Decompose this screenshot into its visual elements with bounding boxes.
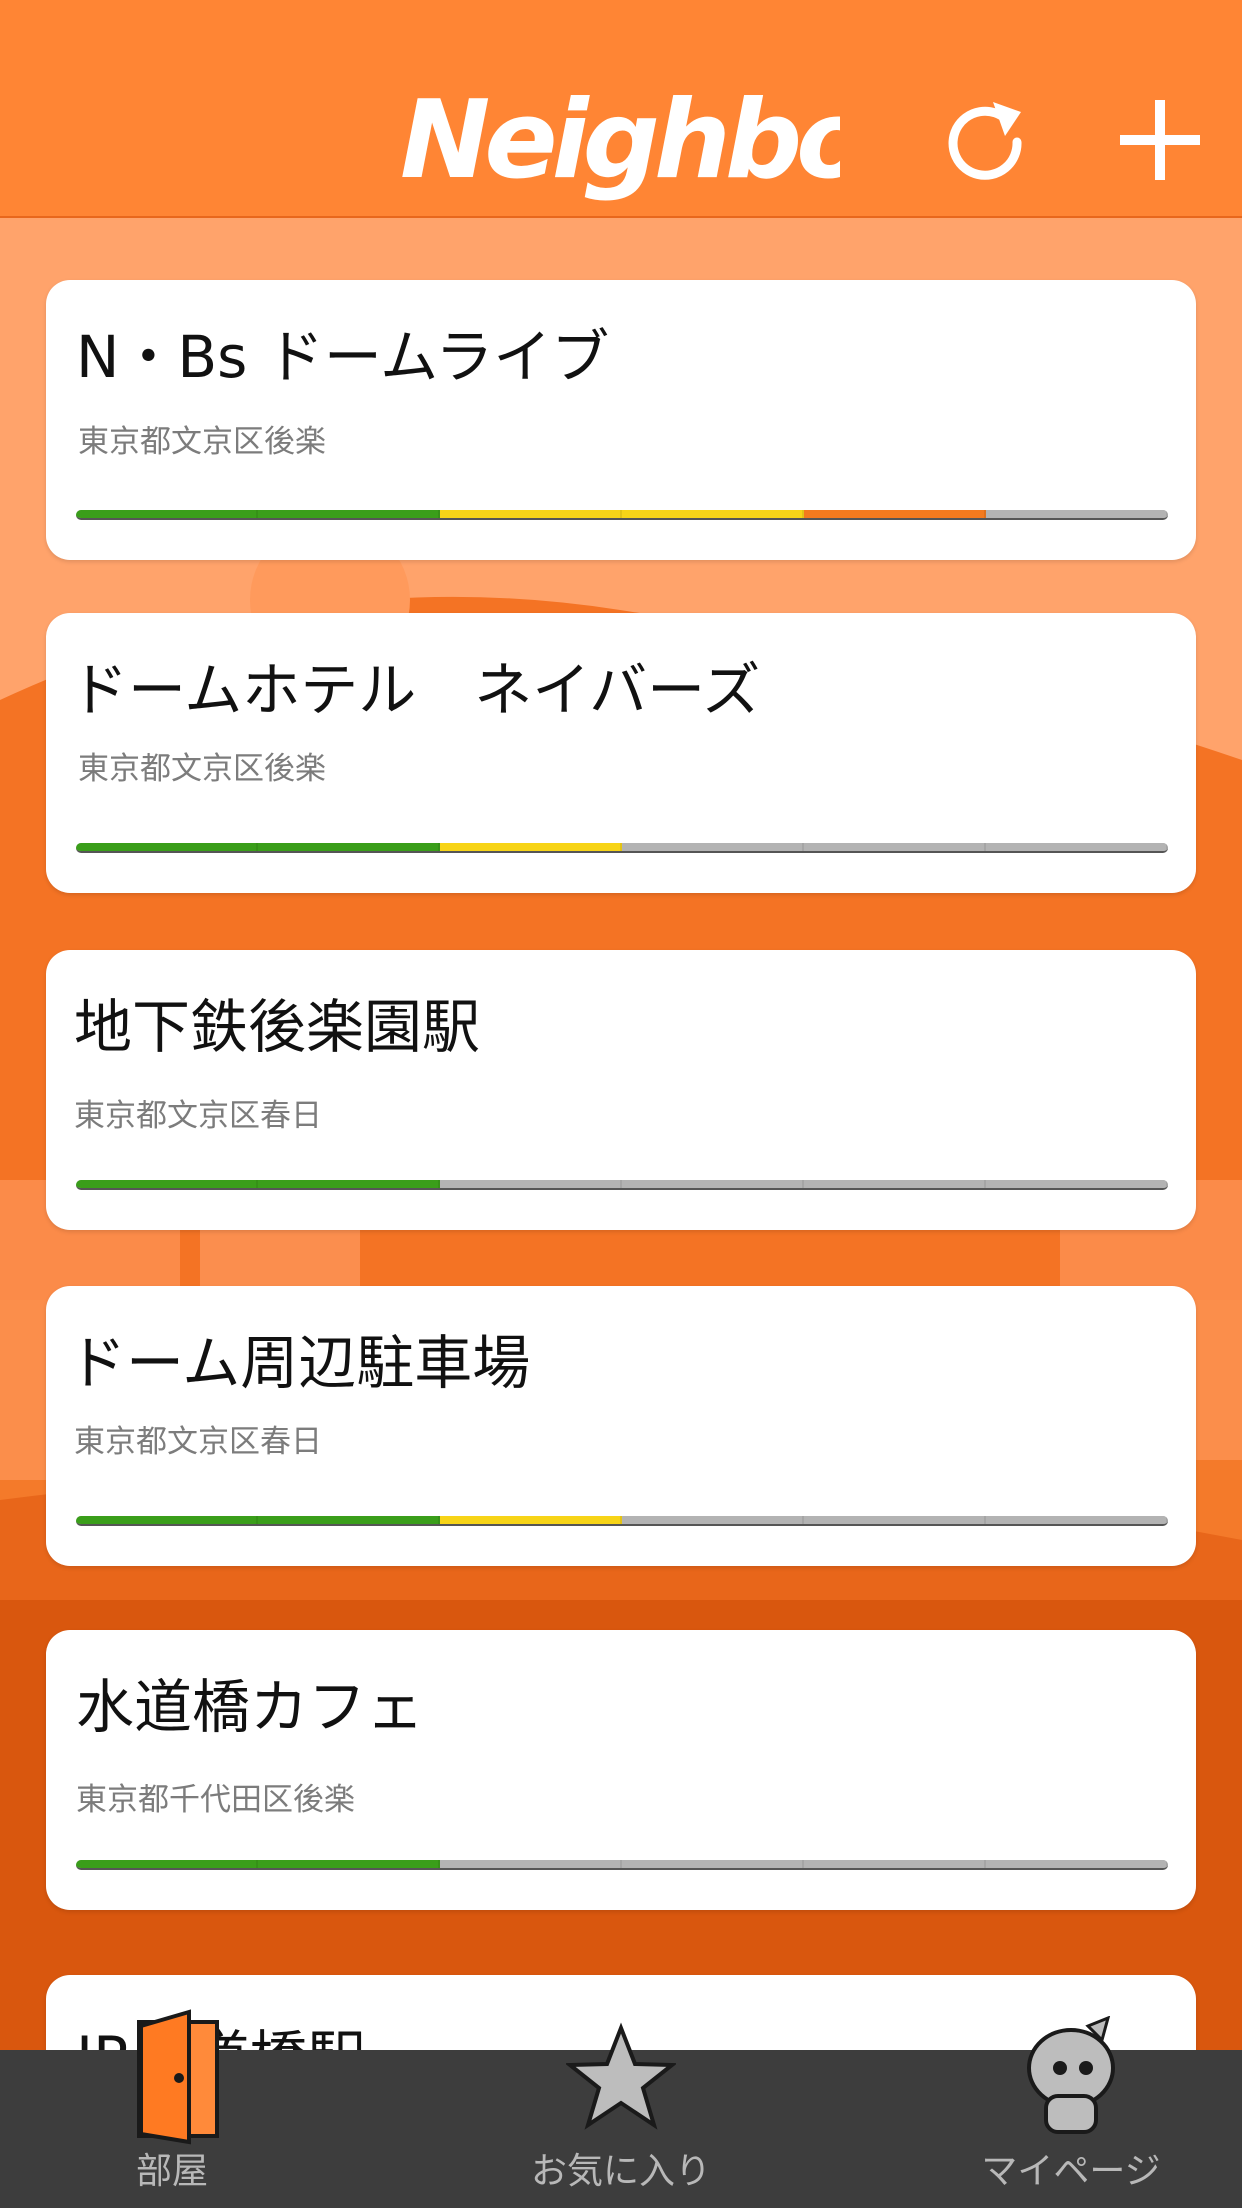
meter-segment-green bbox=[258, 1860, 440, 1868]
room-address: 東京都文京区春日 bbox=[74, 1424, 322, 1460]
meter-segment-gray bbox=[804, 1180, 986, 1188]
room-title: ドームホテル ネイバーズ bbox=[70, 656, 761, 724]
tab-label: お気に入り bbox=[530, 2151, 711, 2192]
room-address: 東京都文京区春日 bbox=[74, 1098, 322, 1134]
room-title: 水道橋カフェ bbox=[76, 1673, 425, 1741]
meter-segment-gray bbox=[440, 1860, 622, 1868]
tab-rooms[interactable]: 部屋 bbox=[22, 2009, 322, 2208]
tab-label: 部屋 bbox=[135, 2151, 208, 2192]
add-room-button[interactable] bbox=[1110, 90, 1210, 190]
meter-segment-yellow bbox=[622, 510, 804, 518]
meter-segment-gray bbox=[986, 1860, 1168, 1868]
tab-label: マイページ bbox=[981, 2151, 1161, 2192]
neighbors-logo: Neighbors bbox=[400, 78, 840, 203]
star-icon bbox=[566, 2022, 676, 2130]
app-header: Neighbors bbox=[0, 0, 1242, 218]
meter-segment-gray bbox=[622, 843, 804, 851]
meter-segment-gray bbox=[622, 1180, 804, 1188]
room-card[interactable]: N・Bs ドームライブ 東京都文京区後楽 bbox=[46, 280, 1196, 560]
meter-segment-green bbox=[76, 1516, 258, 1524]
mascot-icon bbox=[1027, 2016, 1115, 2134]
svg-text:Neighbors: Neighbors bbox=[400, 78, 840, 203]
bottom-tab-bar: 部屋 お気に入り マイページ bbox=[0, 2009, 1242, 2208]
room-list[interactable]: N・Bs ドームライブ 東京都文京区後楽 ドームホテル ネイバーズ 東京都文京区… bbox=[0, 218, 1242, 2050]
meter-segment-green bbox=[76, 1860, 258, 1868]
meter-segment-green bbox=[76, 1180, 258, 1188]
meter-segment-green bbox=[258, 510, 440, 518]
activity-meter bbox=[76, 510, 1168, 520]
door-icon bbox=[137, 2009, 219, 2145]
activity-meter bbox=[76, 1860, 1168, 1870]
room-card[interactable]: 地下鉄後楽園駅 東京都文京区春日 bbox=[46, 950, 1196, 1230]
meter-segment-green bbox=[258, 1180, 440, 1188]
room-card[interactable]: ドームホテル ネイバーズ 東京都文京区後楽 bbox=[46, 613, 1196, 893]
meter-segment-gray bbox=[622, 1860, 804, 1868]
meter-segment-green bbox=[258, 1516, 440, 1524]
meter-segment-green bbox=[76, 843, 258, 851]
room-address: 東京都文京区後楽 bbox=[78, 751, 326, 787]
room-address: 東京都千代田区後楽 bbox=[76, 1782, 355, 1818]
meter-segment-gray bbox=[986, 1516, 1168, 1524]
activity-meter bbox=[76, 1516, 1168, 1526]
activity-meter bbox=[76, 1180, 1168, 1190]
meter-segment-gray bbox=[622, 1516, 804, 1524]
meter-segment-green bbox=[258, 843, 440, 851]
meter-segment-gray bbox=[804, 843, 986, 851]
meter-segment-yellow bbox=[440, 843, 622, 851]
meter-segment-green bbox=[76, 510, 258, 518]
meter-segment-yellow bbox=[440, 510, 622, 518]
room-title: ドーム周辺駐車場 bbox=[68, 1329, 531, 1397]
meter-segment-gray bbox=[986, 510, 1168, 518]
refresh-icon bbox=[948, 102, 1022, 180]
meter-segment-orange bbox=[804, 510, 986, 518]
refresh-button[interactable] bbox=[935, 90, 1035, 190]
meter-segment-gray bbox=[986, 843, 1168, 851]
meter-segment-gray bbox=[804, 1516, 986, 1524]
tab-favorites[interactable]: お気に入り bbox=[471, 2022, 771, 2208]
activity-meter bbox=[76, 843, 1168, 853]
meter-segment-gray bbox=[440, 1180, 622, 1188]
room-address: 東京都文京区後楽 bbox=[78, 424, 326, 460]
meter-segment-gray bbox=[986, 1180, 1168, 1188]
tab-mypage[interactable]: マイページ bbox=[921, 2016, 1221, 2208]
plus-icon bbox=[1120, 100, 1200, 180]
room-title: 地下鉄後楽園駅 bbox=[74, 993, 481, 1061]
meter-segment-yellow bbox=[440, 1516, 622, 1524]
room-card[interactable]: 水道橋カフェ 東京都千代田区後楽 bbox=[46, 1630, 1196, 1910]
meter-segment-gray bbox=[804, 1860, 986, 1868]
room-card[interactable]: ドーム周辺駐車場 東京都文京区春日 bbox=[46, 1286, 1196, 1566]
room-title: N・Bs ドームライブ bbox=[76, 323, 610, 391]
